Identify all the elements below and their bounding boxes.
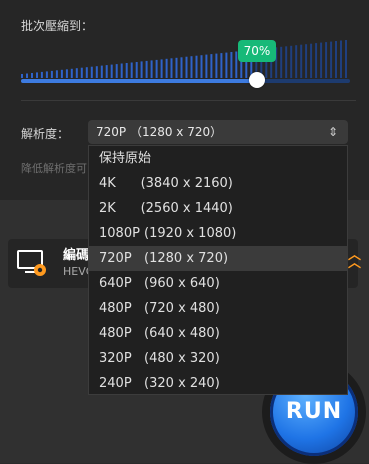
slider-ramp-bar — [90, 66, 93, 78]
dropdown-option-original[interactable]: 保持原始 — [89, 146, 347, 171]
slider-ramp-bar — [80, 67, 83, 78]
slider-ramp-bar — [205, 54, 208, 78]
slider-ramp-bar — [330, 41, 333, 78]
slider-ramp-bar — [105, 65, 108, 78]
slider-ramp-bar — [135, 62, 138, 78]
dropdown-option-480p-640[interactable]: 480P (640 x 480) — [89, 321, 347, 346]
compression-label: 批次壓縮到： — [21, 19, 94, 33]
slider-ramp-bar — [36, 72, 38, 78]
resolution-dropdown: 保持原始 4K (3840 x 2160) 2K (2560 x 1440) 1… — [88, 145, 348, 395]
slider-ramp-bar — [190, 56, 193, 78]
slider-ramp-bar — [120, 63, 123, 78]
slider-ramp-bar — [95, 66, 98, 78]
slider-ramp-bar — [160, 59, 163, 78]
slider-ramp-bar — [215, 53, 218, 78]
slider-ramp-bar — [26, 73, 28, 78]
slider-ramp-bar — [185, 56, 188, 78]
dropdown-option-480p-720[interactable]: 480P (720 x 480) — [89, 296, 347, 321]
slider-ramp-bar — [50, 70, 53, 78]
resolution-select[interactable]: 720P （1280 x 720） ⇕ — [88, 120, 348, 144]
slider-ramp-bar — [280, 46, 283, 78]
dropdown-option-720p[interactable]: 720P (1280 x 720) — [89, 246, 347, 271]
slider-ramp-bar — [150, 60, 153, 78]
slider-ramp-bar — [125, 63, 128, 78]
slider-ramp-bar — [230, 52, 233, 78]
slider-ramp-bar — [305, 44, 308, 78]
slider-value-tooltip: 70% — [238, 40, 276, 62]
slider-ramp-bar — [180, 57, 183, 78]
updown-caret-icon: ⇕ — [327, 125, 338, 139]
slider-ramp-bar — [165, 58, 168, 78]
slider-ramp-bar — [290, 45, 293, 78]
slider-ramp-bar — [200, 55, 203, 78]
dropdown-option-1080p[interactable]: 1080P (1920 x 1080) — [89, 221, 347, 246]
slider-ramp-bar — [75, 68, 78, 78]
dropdown-option-320p[interactable]: 320P (480 x 320) — [89, 346, 347, 371]
slider-knob[interactable] — [249, 72, 265, 88]
compression-slider[interactable]: 70% — [21, 38, 350, 88]
dropdown-option-240p[interactable]: 240P (320 x 240) — [89, 371, 347, 396]
slider-ramp-bar — [300, 44, 303, 78]
slider-ramp-bar — [325, 42, 328, 78]
slider-ramp-bar — [130, 62, 133, 78]
divider — [21, 100, 356, 101]
slider-ramp-bar — [31, 73, 33, 78]
dropdown-option-4k[interactable]: 4K (3840 x 2160) — [89, 171, 347, 196]
slider-ramp-bar — [340, 40, 342, 78]
slider-ramp-bar — [310, 43, 313, 78]
slider-ramp-bar — [85, 67, 88, 78]
dropdown-option-2k[interactable]: 2K (2560 x 1440) — [89, 196, 347, 221]
chevron-up-icon[interactable]: ︿ ︿ — [348, 249, 361, 270]
slider-ramp-bar — [195, 55, 198, 78]
slider-ramp-bar — [60, 69, 63, 78]
slider-ramp-bar — [335, 41, 337, 78]
slider-ramp-bars — [21, 40, 347, 78]
encode-settings-icon — [17, 250, 46, 276]
slider-ramp-bar — [140, 61, 143, 78]
slider-ramp-bar — [55, 70, 58, 78]
slider-ramp-bar — [320, 42, 323, 78]
slider-ramp-bar — [345, 40, 347, 78]
slider-ramp-bar — [315, 43, 318, 78]
slider-ramp-bar — [40, 71, 43, 78]
slider-ramp-bar — [235, 51, 238, 78]
resolution-selected-value: 720P （1280 x 720） — [96, 125, 223, 139]
slider-ramp-bar — [100, 65, 103, 78]
slider-ramp-bar — [145, 60, 148, 78]
slider-ramp-bar — [65, 69, 68, 78]
slider-ramp-bar — [170, 58, 173, 78]
slider-ramp-bar — [225, 52, 228, 78]
slider-ramp-bar — [70, 68, 73, 78]
slider-fill — [21, 79, 257, 83]
slider-ramp-bar — [21, 74, 23, 78]
slider-ramp-bar — [220, 53, 223, 78]
slider-ramp-bar — [295, 45, 298, 78]
slider-ramp-bar — [115, 64, 118, 78]
slider-ramp-bar — [175, 57, 178, 78]
slider-ramp-bar — [210, 54, 213, 78]
slider-ramp-bar — [155, 59, 158, 78]
slider-ramp-bar — [110, 64, 113, 78]
resolution-hint: 降低解析度可 — [21, 162, 87, 175]
dropdown-option-640p[interactable]: 640P (960 x 640) — [89, 271, 347, 296]
slider-ramp-bar — [45, 71, 48, 78]
resolution-label: 解析度： — [21, 127, 70, 141]
slider-ramp-bar — [285, 46, 288, 78]
